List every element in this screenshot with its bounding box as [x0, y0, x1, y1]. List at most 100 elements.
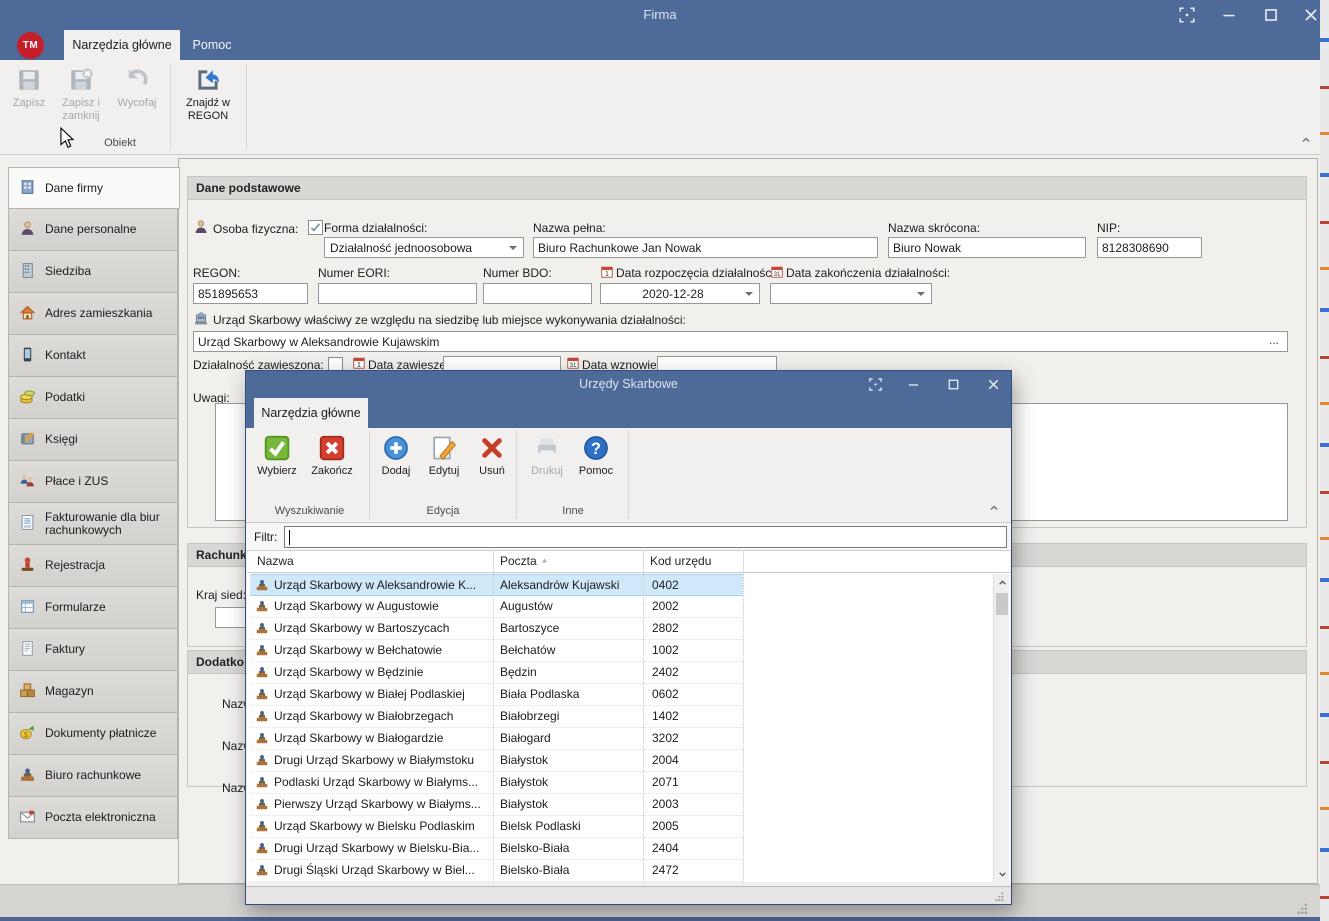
column-header-nazwa[interactable]: Nazwa [251, 551, 494, 573]
scrollbar-down-icon[interactable] [994, 866, 1010, 882]
sidebar-item-płace-i-zus[interactable]: Płace i ZUS [8, 461, 178, 503]
cell-kod-urzedu: 2003 [652, 797, 742, 811]
dialog-ribbon-button-zakończ[interactable]: Zakończ [306, 431, 358, 503]
window-maximize-button[interactable] [936, 374, 970, 394]
window-minimize-button[interactable] [896, 374, 930, 394]
osoba-fizyczna-checkbox[interactable] [308, 220, 323, 235]
column-header-kod-urzędu[interactable]: Kod urzędu [644, 551, 744, 573]
sidebar-item-kontakt[interactable]: Kontakt [8, 335, 178, 377]
ribbon-button-zapisz[interactable]: Zapisz [6, 63, 52, 135]
mouse-cursor [57, 127, 77, 149]
table-row[interactable]: Urząd Skarbowy w BiałogardzieBiałogard32… [250, 728, 743, 750]
cell-poczta: Będzin [500, 665, 640, 679]
sidebar-item-biuro-rachunkowe[interactable]: Biuro rachunkowe [8, 755, 178, 797]
ribbon-button-zapisz-i-zamknij[interactable]: Zapisz i zamknij [56, 63, 106, 135]
table-row[interactable]: Drugi Urząd Skarbowy w BiałymstokuBiałys… [250, 750, 743, 772]
scrollbar-up-icon[interactable] [994, 574, 1010, 590]
dialog-ribbon-button-drukuj[interactable]: Drukuj [524, 431, 570, 503]
ribbon-separator [246, 64, 247, 150]
dialog-ribbon-button-pomoc[interactable]: ?Pomoc [574, 431, 618, 503]
bdo-input[interactable] [483, 283, 592, 304]
nazwa-skrocona-input[interactable] [888, 237, 1086, 258]
forma-dzialalnosci-select[interactable]: Działalność jednoosobowa [324, 237, 524, 258]
table-row[interactable]: Urząd Skarbowy w Bielsku PodlaskimBielsk… [250, 816, 743, 838]
sidebar-item-siedziba[interactable]: Siedziba [8, 251, 178, 293]
scrollbar-thumb[interactable] [996, 593, 1008, 615]
dialog-resize-grip[interactable] [994, 891, 1006, 906]
window-close-button[interactable] [976, 374, 1010, 394]
sidebar-item-dane-personalne[interactable]: Dane personalne [8, 209, 178, 251]
sidebar-item-rejestracja[interactable]: Rejestracja [8, 545, 178, 587]
urzad-skarbowy-input[interactable] [193, 331, 1288, 352]
delete-icon [472, 435, 512, 465]
sidebar-item-dokumenty-płatnicze[interactable]: $Dokumenty płatnicze [8, 713, 178, 755]
sidebar-item-magazyn[interactable]: Magazyn [8, 671, 178, 713]
kraj-siedziby-label: Kraj sied: [196, 588, 246, 602]
sidebar-item-poczta-elektroniczna[interactable]: Poczta elektroniczna [8, 797, 178, 839]
table-row[interactable]: Urząd Skarbowy w BełchatowieBełchatów100… [250, 640, 743, 662]
window-maximize-button[interactable] [1254, 5, 1288, 25]
ribbon-button-znajd-w-regon[interactable]: Znajdź w REGON [176, 63, 240, 135]
sidebar-item-podatki[interactable]: Podatki [8, 377, 178, 419]
table-row[interactable]: Urząd Skarbowy w BartoszycachBartoszyce2… [250, 618, 743, 640]
dialog-ribbon-button-dodaj[interactable]: Dodaj [376, 431, 416, 503]
cell-kod-urzedu: 2802 [652, 621, 742, 635]
cell-poczta: Bielsko-Biała [500, 841, 640, 855]
sidebar-item-formularze[interactable]: Formularze [8, 587, 178, 629]
table-row[interactable]: Urząd Skarbowy w Aleksandrowie K...Aleks… [250, 574, 743, 596]
column-header-poczta[interactable]: Poczta [494, 551, 644, 573]
cell-kod-urzedu: 2402 [652, 665, 742, 679]
table-row[interactable]: Urząd Skarbowy w Białobrzegach Białobrzeg… [250, 706, 743, 728]
window-fullscreen-button[interactable] [1170, 5, 1204, 25]
sidebar-item-adres-zamieszkania[interactable]: Adres zamieszkania [8, 293, 178, 335]
nip-input[interactable] [1097, 237, 1202, 258]
email-icon [19, 808, 36, 828]
cell-kod-urzedu: 2004 [652, 753, 742, 767]
ribbon-button-wycofaj[interactable]: Wycofaj [110, 63, 164, 135]
sidebar-item-fakturowanie-dla-biur-rachunkowych[interactable]: Fakturowanie dla biur rachunkowych [8, 503, 178, 545]
cell-nazwa: Urząd Skarbowy w Białobrzegach [274, 709, 492, 723]
cell-kod-urzedu: 0402 [652, 578, 742, 592]
svg-text:?: ? [591, 440, 601, 458]
window-minimize-button[interactable] [1212, 5, 1246, 25]
eori-input[interactable] [318, 283, 477, 304]
table-row[interactable]: Podlaski Urząd Skarbowy w Białyms...Biał… [250, 772, 743, 794]
urzad-browse-button[interactable]: ... [1262, 333, 1286, 350]
table-row[interactable]: Pierwszy Urząd Skarbowy w Białyms...Biał… [250, 794, 743, 816]
dialog-tab-narzedzia-glowne[interactable]: Narzędzia główne [254, 398, 368, 428]
window-titlebar: Firma [0, 0, 1320, 30]
window-fullscreen-button[interactable] [858, 374, 892, 394]
nazwa-pelna-input[interactable] [533, 237, 878, 258]
tab-pomoc[interactable]: Pomoc [180, 30, 244, 60]
table-scrollbar[interactable] [993, 574, 1009, 882]
dialog-ribbon-button-edytuj[interactable]: Edytuj [421, 431, 467, 503]
dialog-ribbon-button-usuń[interactable]: Usuń [472, 431, 512, 503]
data-zakonczenia-select[interactable] [770, 283, 932, 304]
table-row[interactable]: Urząd Skarbowy w BędzinieBędzin2402 [250, 662, 743, 684]
office-icon [255, 775, 269, 792]
cell-nazwa: Drugi Urząd Skarbowy w Białymstoku [274, 753, 492, 767]
app-logo: TM [17, 32, 44, 59]
bdo-label: Numer BDO: [483, 266, 552, 280]
sidebar-item-księgi[interactable]: Księgi [8, 419, 178, 461]
regon-input[interactable] [193, 283, 308, 304]
table-row[interactable]: Drugi Urząd Skarbowy w Bielsku-Bia...Bie… [250, 838, 743, 860]
dialog-ribbon-button-wybierz[interactable]: Wybierz [254, 431, 300, 503]
sidebar-item-dane-firmy[interactable]: Dane firmy [8, 167, 180, 209]
filter-input[interactable] [284, 526, 1007, 548]
dialog-ribbon-collapse-icon[interactable] [988, 502, 1000, 517]
office-icon [255, 753, 269, 770]
table-row[interactable]: Urząd Skarbowy w AugustowieAugustów2002 [250, 596, 743, 618]
table-row[interactable]: Urząd Skarbowy w Białej PodlaskiejBiała … [250, 684, 743, 706]
invoice-icon [19, 640, 36, 660]
data-rozpoczecia-select[interactable]: 2020-12-28 [600, 283, 760, 304]
ribbon-collapse-icon[interactable] [1300, 134, 1312, 149]
sidebar-item-faktury[interactable]: Faktury [8, 629, 178, 671]
cell-kod-urzedu: 1002 [652, 643, 742, 657]
cell-poczta: Białobrzegi [500, 709, 640, 723]
table-row[interactable]: Drugi Śląski Urząd Skarbowy w Biel...Bie… [250, 860, 743, 882]
office-icon [255, 841, 269, 858]
tab-narzedzia-glowne[interactable]: Narzędzia główne [64, 30, 180, 60]
office-icon [255, 621, 269, 638]
tax-office-icon [193, 310, 209, 329]
